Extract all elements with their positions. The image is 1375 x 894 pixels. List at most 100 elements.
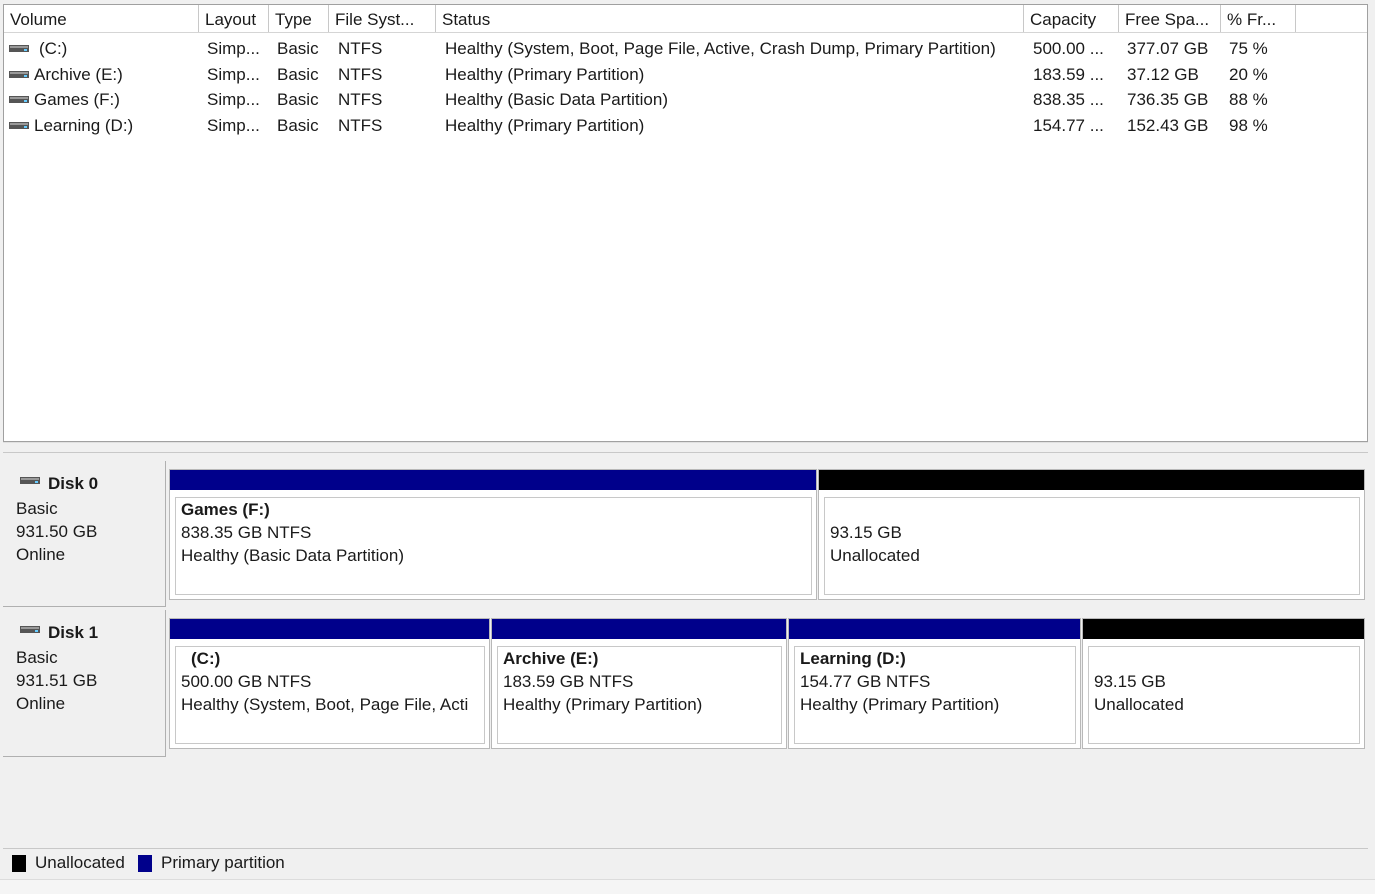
partition-name xyxy=(1094,647,1359,670)
cell-fs: NTFS xyxy=(338,39,383,58)
partition-games[interactable]: Games (F:) 838.35 GB NTFS Healthy (Basic… xyxy=(169,469,817,600)
cell-layout: Simp... xyxy=(207,39,260,58)
cell-free: 377.07 GB xyxy=(1127,39,1209,58)
column-header-percent-free[interactable]: % Fr... xyxy=(1221,5,1296,32)
partition-status: Healthy (Primary Partition) xyxy=(800,695,1000,714)
cell-capacity: 500.00 ... xyxy=(1033,39,1104,58)
disk-size: 931.51 GB xyxy=(16,671,98,690)
partition-body: Learning (D:) 154.77 GB NTFS Healthy (Pr… xyxy=(794,646,1076,744)
cell-pct: 75 % xyxy=(1229,39,1268,58)
partition-body: Archive (E:) 183.59 GB NTFS Healthy (Pri… xyxy=(497,646,782,744)
legend: Unallocated Primary partition xyxy=(3,848,1368,880)
disk-name: Disk 0 xyxy=(48,474,99,493)
cell-type: Basic xyxy=(277,39,319,58)
disk-row-1: Disk 1 Basic 931.51 GB Online (C:) 500.0… xyxy=(3,610,1368,757)
table-row[interactable]: Learning (D:) Simp... Basic NTFS Healthy (Pr… xyxy=(4,113,1367,138)
cell-volume: Games (F:) xyxy=(34,90,120,109)
partition-archive[interactable]: Archive (E:) 183.59 GB NTFS Healthy (Pri… xyxy=(491,618,787,749)
cell-status: Healthy (Primary Partition) xyxy=(445,64,645,84)
column-header-status[interactable]: Status xyxy=(436,5,1024,32)
partition-size: 154.77 GB NTFS xyxy=(800,672,931,691)
partition-color-bar xyxy=(819,470,1364,490)
disk-state: Online xyxy=(16,694,66,713)
partition-size: 838.35 GB NTFS xyxy=(181,523,312,542)
partition-name: Archive (E:) xyxy=(503,649,599,668)
cell-type: Basic xyxy=(277,64,319,84)
cell-layout: Simp... xyxy=(207,115,260,135)
column-header-filesystem[interactable]: File Syst... xyxy=(329,5,436,32)
cell-pct: 20 % xyxy=(1229,64,1268,84)
disk-state: Online xyxy=(16,545,66,564)
table-row[interactable]: Games (F:) Simp... Basic NTFS Healthy (Basic… xyxy=(4,87,1367,112)
cell-capacity: 154.77 ... xyxy=(1033,115,1104,135)
partition-size: 500.00 GB NTFS xyxy=(181,672,312,691)
legend-swatch-primary xyxy=(138,855,152,872)
partition-body: Games (F:) 838.35 GB NTFS Healthy (Basic… xyxy=(175,497,812,595)
partition-color-bar xyxy=(789,619,1080,639)
cell-type: Basic xyxy=(277,115,319,135)
disk-type: Basic xyxy=(16,648,58,667)
column-header-free-space[interactable]: Free Spa... xyxy=(1119,5,1221,32)
partition-unallocated[interactable]: 93.15 GB Unallocated xyxy=(818,469,1365,600)
column-header-layout[interactable]: Layout xyxy=(199,5,269,32)
disk-label[interactable]: Disk 0 Basic 931.50 GB Online xyxy=(3,461,166,607)
partition-name: Learning (D:) xyxy=(800,649,906,668)
disk-name: Disk 1 xyxy=(48,623,99,642)
drive-icon xyxy=(9,121,29,129)
cell-volume: (C:) xyxy=(39,39,68,58)
status-bar xyxy=(0,879,1375,894)
volume-list: Volume Layout Type File Syst... Status C… xyxy=(3,4,1368,442)
cell-layout: Simp... xyxy=(207,64,260,84)
disk-icon xyxy=(20,477,40,484)
partition-status: Healthy (Basic Data Partition) xyxy=(181,546,404,565)
partition-name: Games (F:) xyxy=(181,500,270,519)
cell-status: Healthy (System, Boot, Page File, Active… xyxy=(445,39,996,58)
drive-icon xyxy=(9,96,29,103)
cell-free: 736.35 GB xyxy=(1127,90,1209,109)
cell-volume: Learning (D:) xyxy=(34,115,134,135)
partition-status: Unallocated xyxy=(830,546,920,565)
drive-icon xyxy=(9,70,29,78)
partition-status: Healthy (Primary Partition) xyxy=(503,695,703,714)
drive-icon xyxy=(9,45,29,52)
column-header-volume[interactable]: Volume xyxy=(4,5,199,32)
partition-color-bar xyxy=(170,619,489,639)
partition-size: 93.15 GB xyxy=(1094,672,1166,691)
partition-body: (C:) 500.00 GB NTFS Healthy (System, Boo… xyxy=(175,646,485,744)
partition-unallocated[interactable]: 93.15 GB Unallocated xyxy=(1082,618,1365,749)
cell-volume: Archive (E:) xyxy=(34,64,123,84)
cell-pct: 98 % xyxy=(1229,115,1268,135)
disk-size: 931.50 GB xyxy=(16,522,98,541)
disk-icon xyxy=(20,626,40,633)
cell-free: 152.43 GB xyxy=(1127,115,1209,135)
partition-name: (C:) xyxy=(191,649,221,668)
cell-free: 37.12 GB xyxy=(1127,64,1199,84)
partition-status: Healthy (System, Boot, Page File, Acti xyxy=(181,695,469,714)
partition-color-bar xyxy=(492,619,786,639)
column-header-row: Volume Layout Type File Syst... Status C… xyxy=(4,5,1367,33)
disk-type: Basic xyxy=(16,499,58,518)
partition-c[interactable]: (C:) 500.00 GB NTFS Healthy (System, Boo… xyxy=(169,618,490,749)
cell-status: Healthy (Primary Partition) xyxy=(445,115,645,135)
cell-layout: Simp... xyxy=(207,90,260,109)
cell-pct: 88 % xyxy=(1229,90,1268,109)
partition-size: 183.59 GB NTFS xyxy=(503,672,634,691)
disk-row-0: Disk 0 Basic 931.50 GB Online Games (F:)… xyxy=(3,461,1368,607)
column-header-type[interactable]: Type xyxy=(269,5,329,32)
partition-status: Unallocated xyxy=(1094,695,1184,714)
partition-learning[interactable]: Learning (D:) 154.77 GB NTFS Healthy (Pr… xyxy=(788,618,1081,749)
column-header-capacity[interactable]: Capacity xyxy=(1024,5,1119,32)
cell-fs: NTFS xyxy=(338,90,383,109)
legend-swatch-unallocated xyxy=(12,855,26,872)
cell-fs: NTFS xyxy=(338,115,383,135)
table-row[interactable]: (C:) Simp... Basic NTFS Healthy (System, Boo… xyxy=(4,36,1367,61)
partition-color-bar xyxy=(170,470,816,490)
disk-label[interactable]: Disk 1 Basic 931.51 GB Online xyxy=(3,610,166,757)
partition-body: 93.15 GB Unallocated xyxy=(1088,646,1360,744)
cell-fs: NTFS xyxy=(338,64,383,84)
legend-label-primary: Primary partition xyxy=(161,853,285,872)
disk-view: Disk 0 Basic 931.50 GB Online Games (F:)… xyxy=(3,452,1368,853)
cell-type: Basic xyxy=(277,90,319,109)
table-row[interactable]: Archive (E:) Simp... Basic NTFS Healthy (Pri… xyxy=(4,62,1367,87)
cell-capacity: 838.35 ... xyxy=(1033,90,1104,109)
